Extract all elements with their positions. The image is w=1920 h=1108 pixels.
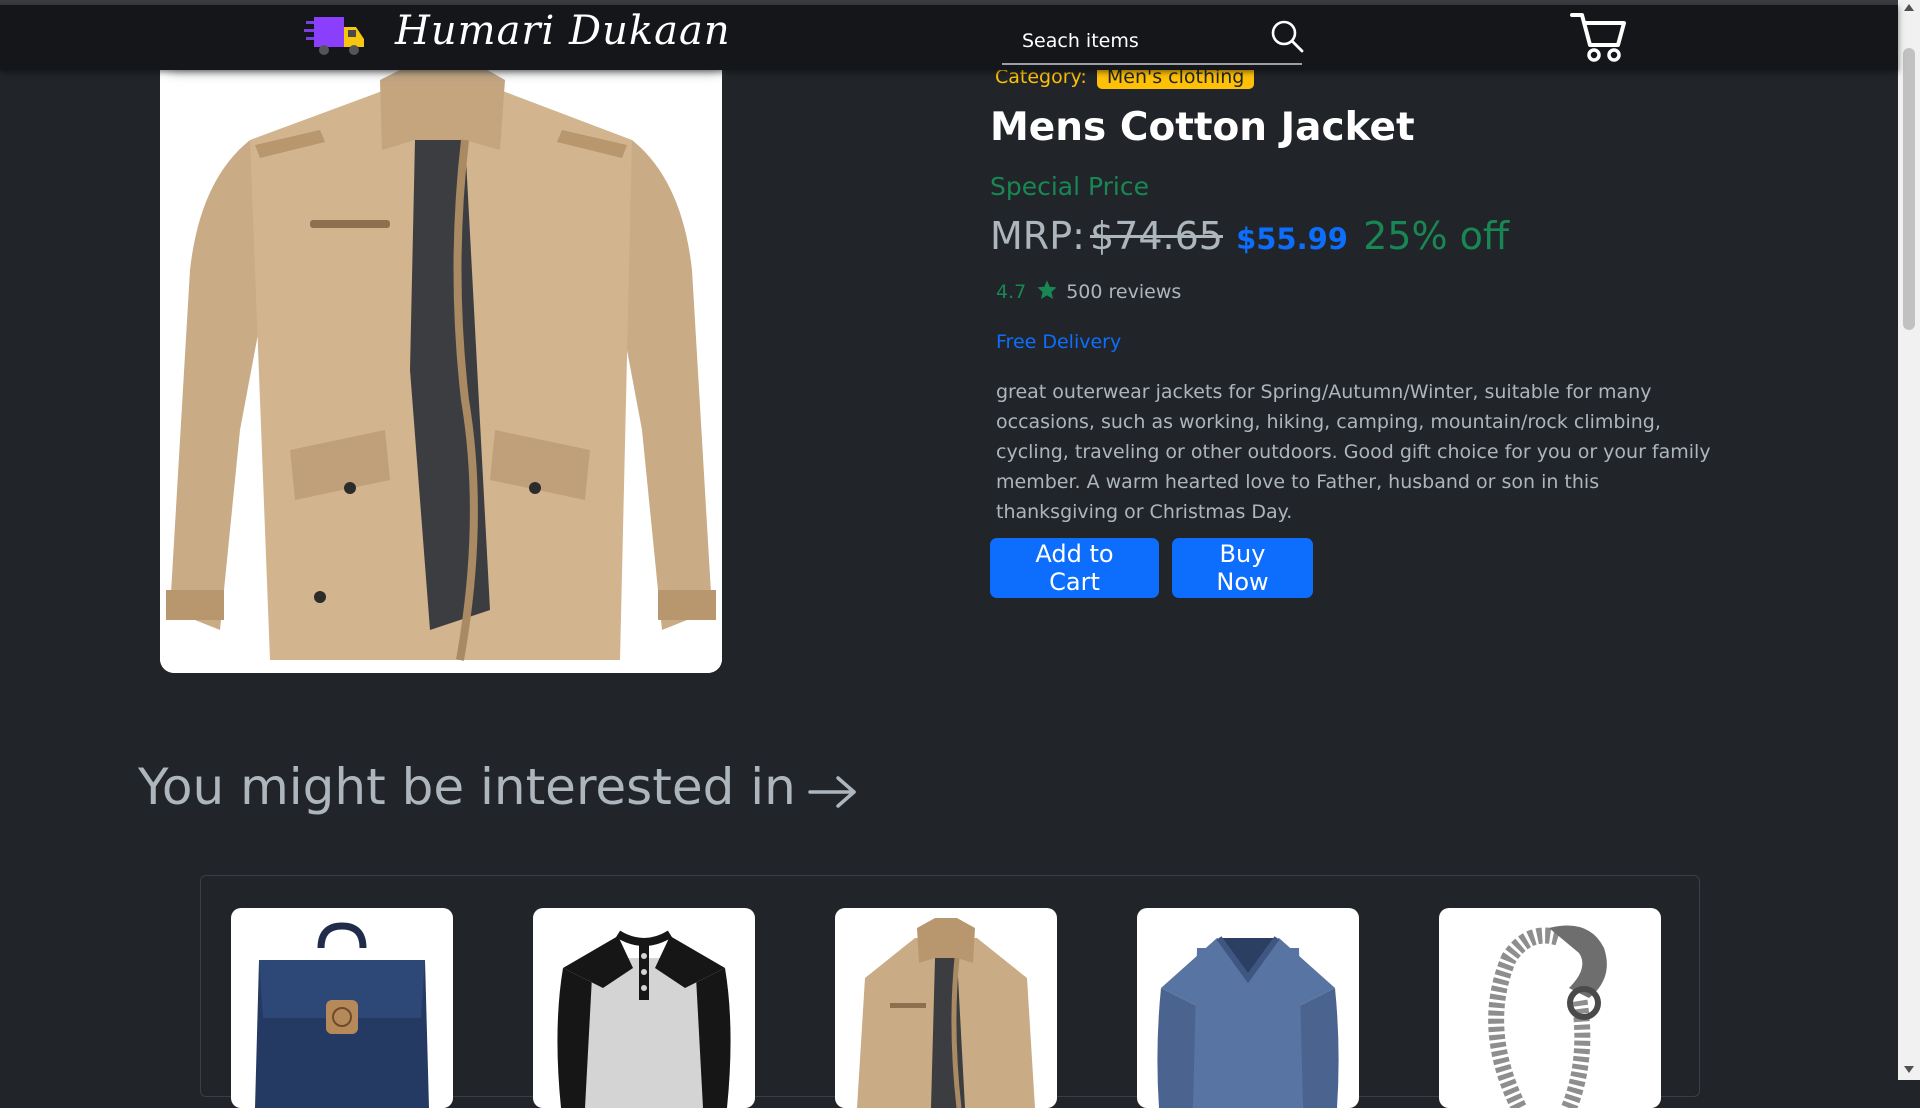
product-card-backpack[interactable]: [231, 908, 453, 1108]
bracelet-image: [1488, 925, 1607, 1108]
price-line: MRP: $74.65 $55.99 25% off: [990, 208, 1509, 264]
review-count[interactable]: 500 reviews: [1066, 281, 1181, 303]
rating-line: 4.7 500 reviews: [996, 278, 1181, 306]
discount-badge: 25% off: [1363, 214, 1510, 258]
search-icon[interactable]: [1270, 19, 1304, 53]
recommendations-heading: You might be interested in: [138, 752, 858, 822]
buy-now-button[interactable]: Buy Now: [1172, 538, 1313, 598]
mrp-label: MRP:: [990, 214, 1085, 258]
jacket-image: [160, 70, 722, 673]
product-card-henley-shirt[interactable]: [533, 908, 755, 1108]
recommendations-heading-text: You might be interested in: [138, 758, 796, 816]
mrp-value: $74.65: [1090, 214, 1223, 258]
product-card-v-neck-sweater[interactable]: [1137, 908, 1359, 1108]
jacket-thumbnail-image: [857, 918, 1035, 1108]
product-card-dragon-bracelet[interactable]: [1439, 908, 1661, 1108]
backpack-image: [255, 922, 429, 1108]
scroll-thumb[interactable]: [1903, 48, 1915, 330]
add-to-cart-button[interactable]: Add to Cart: [990, 538, 1159, 598]
sweater-image: [1157, 936, 1339, 1108]
product-card-cotton-jacket[interactable]: [835, 908, 1057, 1108]
recommendations-carousel: [200, 875, 1700, 1108]
search-bar: [1002, 13, 1304, 65]
brand-name[interactable]: Humari Dukaan: [395, 7, 731, 55]
scroll-down-arrow-icon[interactable]: [1904, 1066, 1914, 1073]
scrollbar[interactable]: [1898, 0, 1920, 1080]
star-icon: [1037, 280, 1057, 299]
search-input[interactable]: [1002, 23, 1274, 59]
product-title: Mens Cotton Jacket: [990, 105, 1415, 150]
rating-value: 4.7: [996, 281, 1027, 303]
free-delivery-label: Free Delivery: [996, 331, 1122, 353]
henley-shirt-image: [557, 930, 731, 1108]
truck-icon[interactable]: [304, 13, 366, 59]
sale-price: $55.99: [1236, 222, 1348, 256]
arrow-right-icon[interactable]: [808, 774, 858, 810]
special-price-label: Special Price: [990, 172, 1150, 201]
product-description: great outerwear jackets for Spring/Autum…: [996, 381, 1711, 523]
product-image: [160, 70, 722, 673]
navbar: Humari Dukaan: [0, 5, 1898, 70]
cart-icon[interactable]: [1570, 11, 1626, 63]
scroll-up-arrow-icon[interactable]: [1904, 4, 1914, 11]
